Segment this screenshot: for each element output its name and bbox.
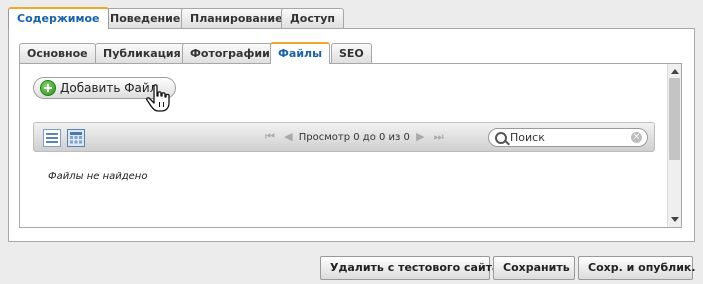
grid-view-icon[interactable] <box>67 129 85 147</box>
tab-access[interactable]: Доступ <box>281 8 345 29</box>
subtab-publication[interactable]: Публикация <box>95 43 189 64</box>
add-circle-icon <box>40 80 56 96</box>
search-icon <box>495 132 507 144</box>
hand-pointer-icon <box>145 84 173 114</box>
empty-message: Файлы не найдено <box>48 171 148 182</box>
add-file-label: Добавить Файл <box>60 81 158 95</box>
list-view-icon[interactable] <box>43 129 61 147</box>
first-page-icon[interactable]: ⏮ <box>265 123 275 151</box>
scroll-thumb[interactable] <box>669 78 680 160</box>
subtab-files[interactable]: Файлы <box>270 42 331 64</box>
tab-content[interactable]: Содержимое <box>8 7 109 29</box>
prev-page-icon[interactable]: ◀ <box>284 123 292 151</box>
next-page-icon[interactable]: ▶ <box>416 123 424 151</box>
vertical-scrollbar[interactable] <box>667 64 681 227</box>
search-input[interactable]: Поиск <box>510 131 545 144</box>
subtab-photos[interactable]: Фотографии <box>182 43 278 64</box>
scroll-down-icon[interactable] <box>671 217 679 222</box>
pager: ⏮ ◀ Просмотр 0 до 0 из 0 ▶ ⏭ <box>262 123 447 151</box>
search-field[interactable]: Поиск × <box>488 128 648 147</box>
save-and-publish-button[interactable]: Сохр. и опублик. <box>578 256 696 280</box>
delete-from-test-site-button[interactable]: Удалить с тестового сайта <box>320 256 499 280</box>
tab-planning[interactable]: Планирование <box>181 8 292 29</box>
subtab-main[interactable]: Основное <box>19 43 96 64</box>
clear-search-icon[interactable]: × <box>631 132 642 143</box>
tab-behavior[interactable]: Поведение <box>101 8 190 29</box>
scroll-up-icon[interactable] <box>671 69 679 74</box>
subtab-seo[interactable]: SEO <box>331 43 372 64</box>
files-grid-toolbar: ⏮ ◀ Просмотр 0 до 0 из 0 ▶ ⏭ Поиск × <box>33 122 655 152</box>
save-button[interactable]: Сохранить <box>493 256 575 280</box>
last-page-icon[interactable]: ⏭ <box>434 123 444 151</box>
pager-status: Просмотр 0 до 0 из 0 <box>298 132 410 143</box>
